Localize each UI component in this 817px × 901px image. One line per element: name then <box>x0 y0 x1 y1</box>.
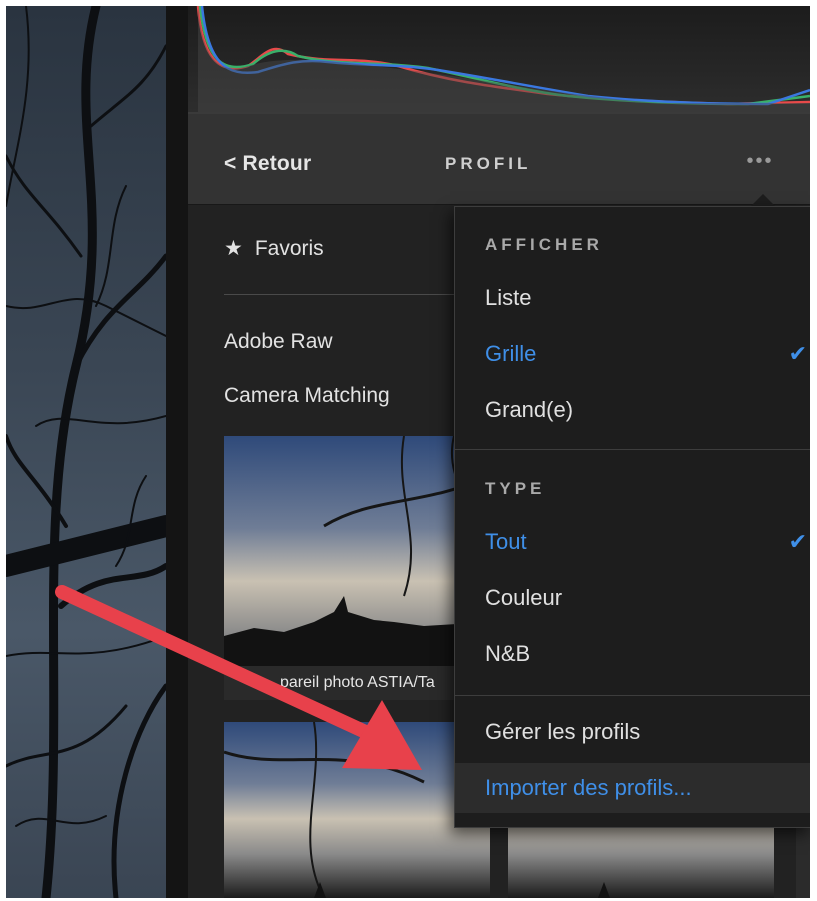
profile-header: < Retour PROFIL ••• <box>188 114 810 205</box>
menu-item-liste[interactable]: Liste <box>455 273 810 323</box>
menu-item-label: Grand(e) <box>485 397 574 422</box>
more-horizontal-icon: ••• <box>746 150 774 172</box>
menu-pointer <box>751 194 775 206</box>
panel-title: PROFIL <box>445 154 532 173</box>
favorites-label: Favoris <box>254 237 324 260</box>
menu-item-nb[interactable]: N&B <box>455 629 810 679</box>
menu-item-manage-profiles[interactable]: Gérer les profils <box>455 707 810 757</box>
menu-item-label: Gérer les profils <box>485 719 641 744</box>
profile-thumbnail[interactable] <box>224 722 490 898</box>
menu-separator <box>455 695 810 696</box>
chevron-left-icon: < <box>224 152 237 175</box>
star-icon: ★ <box>224 237 243 260</box>
thumbnail-image <box>224 436 490 666</box>
menu-item-label: Grille <box>485 341 537 366</box>
thumbnail-caption: …pareil photo ASTIA/Ta <box>224 666 490 700</box>
profile-group-camera-matching[interactable]: Camera Matching <box>224 384 390 408</box>
menu-item-tout[interactable]: Tout ✔ <box>455 517 810 567</box>
menu-separator <box>455 449 810 450</box>
profile-group-adobe-raw[interactable]: Adobe Raw <box>224 330 333 354</box>
more-options-button[interactable]: ••• <box>740 150 780 180</box>
menu-item-label: N&B <box>485 641 531 666</box>
menu-item-grand[interactable]: Grand(e) <box>455 385 810 435</box>
photo-preview <box>6 6 166 898</box>
section-title-type: TYPE <box>485 479 546 498</box>
back-label: Retour <box>242 152 312 175</box>
menu-item-label: Liste <box>485 285 532 310</box>
menu-item-import-profiles[interactable]: Importer des profils... <box>455 763 810 813</box>
tree-branches-image <box>6 6 166 898</box>
checkmark-icon: ✔ <box>788 529 807 554</box>
panel-gutter <box>166 6 188 898</box>
app-frame: < Retour PROFIL ••• ★ Favoris Adobe Raw Ca… <box>6 6 810 898</box>
section-title-afficher: AFFICHER <box>485 235 603 254</box>
profile-options-menu: AFFICHER Liste Grille ✔ Grand(e) TYPE To… <box>454 206 810 828</box>
histogram-curves <box>196 6 810 112</box>
profile-thumbnail[interactable]: …pareil photo ASTIA/Ta <box>224 436 490 700</box>
back-button[interactable]: < Retour <box>224 152 311 176</box>
checkmark-icon: ✔ <box>788 341 807 366</box>
menu-item-label: Tout <box>485 529 527 554</box>
menu-item-label: Importer des profils... <box>485 775 692 800</box>
favorites-item[interactable]: ★ Favoris <box>224 236 324 261</box>
divider <box>224 294 484 295</box>
thumbnail-image <box>224 722 425 898</box>
menu-item-couleur[interactable]: Couleur <box>455 573 810 623</box>
menu-item-label: Couleur <box>485 585 563 610</box>
histogram <box>188 6 810 114</box>
menu-item-grille[interactable]: Grille ✔ <box>455 329 810 379</box>
